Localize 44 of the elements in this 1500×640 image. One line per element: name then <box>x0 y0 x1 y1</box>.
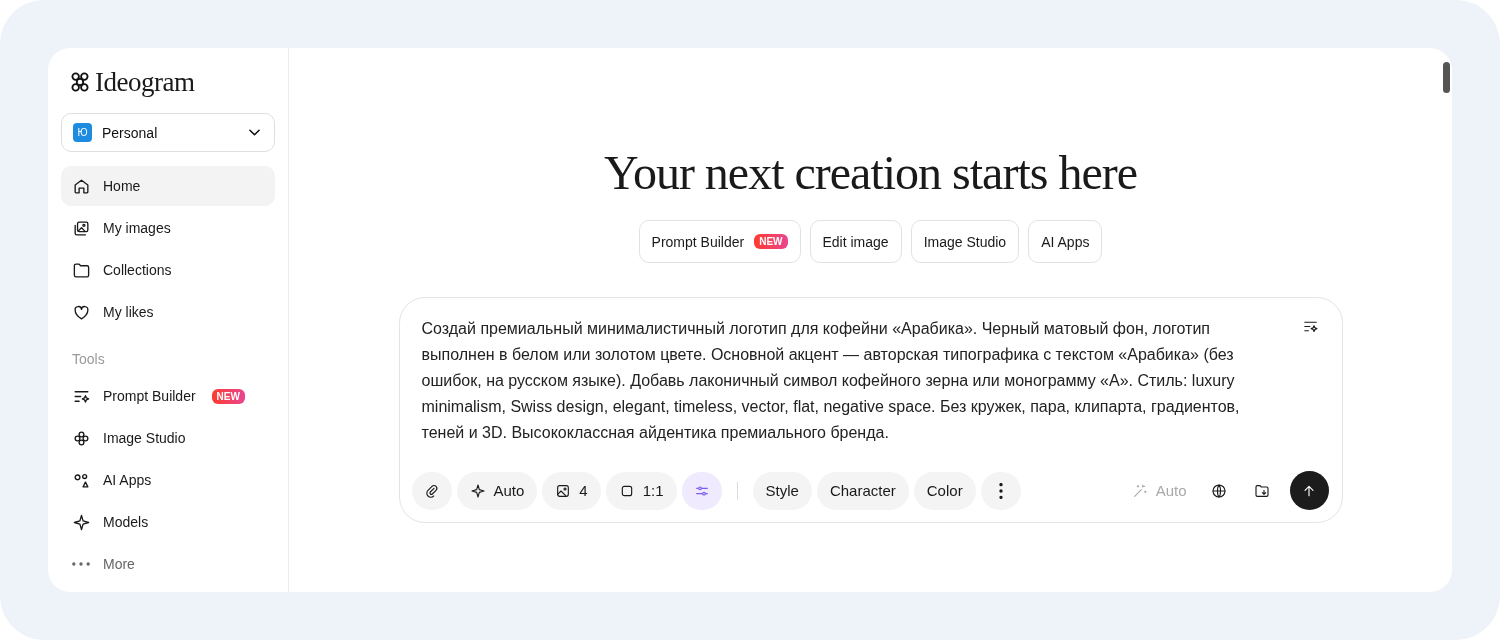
count-button[interactable]: 4 <box>542 471 601 510</box>
flower-icon <box>72 428 91 448</box>
mode-button[interactable]: Auto <box>456 471 538 510</box>
wand-icon <box>1131 482 1148 499</box>
attach-button[interactable] <box>411 471 452 510</box>
images-icon <box>72 218 91 238</box>
sparkle-icon <box>469 482 486 499</box>
nav-item[interactable]: Collections <box>61 250 275 290</box>
aspect-ratio-button[interactable]: 1:1 <box>605 471 677 510</box>
option-button[interactable]: Color <box>913 471 976 510</box>
nav-item[interactable]: Image Studio <box>61 418 275 458</box>
nav-item[interactable]: Prompt Builder NEW <box>61 376 275 416</box>
action-button[interactable]: Edit image <box>809 220 902 263</box>
avatar-badge: Ю <box>73 123 92 142</box>
more-icon <box>72 562 90 566</box>
nav-item[interactable]: Models <box>61 502 275 542</box>
section-title: Tools <box>72 351 106 367</box>
nav-item[interactable]: Home <box>61 166 275 206</box>
folder-icon <box>72 260 91 280</box>
logo-text: Ideogram <box>95 66 195 98</box>
action-button[interactable]: Image Studio <box>910 220 1020 263</box>
image-icon <box>555 482 572 499</box>
nav-item[interactable]: My likes <box>61 292 275 332</box>
nav-item[interactable]: More <box>61 544 275 584</box>
paperclip-icon <box>423 482 440 499</box>
nav-item[interactable]: AI Apps <box>61 460 275 500</box>
chevron-down-icon <box>249 129 260 136</box>
new-badge: NEW <box>211 388 245 404</box>
folder-icon <box>1253 482 1270 499</box>
globe-icon <box>1210 482 1227 499</box>
more-icon <box>998 482 1003 499</box>
action-button[interactable]: AI Apps <box>1028 220 1103 263</box>
home-icon <box>72 176 91 196</box>
option-button[interactable]: Character <box>816 471 909 510</box>
page-heading: Your next creation starts here <box>604 145 1137 201</box>
workspace-dropdown[interactable]: Ю Personal <box>61 113 275 152</box>
scrollbar-thumb[interactable] <box>1443 62 1450 93</box>
action-button[interactable]: Prompt Builder NEW <box>638 220 801 263</box>
prompt-text[interactable]: Создай премиальный минималистичный логотип для кофейни «Арабика». Черный матовый фон, логотип выполнен в белом или золотом цвете. Основной акцент — авторская типографика с текстом «Арабика» (без ошибок, на русском языке). Добавь лаконичный символ кофейного зерна или монограмму «А». Стиль: luxury minimalism, Swiss design, elegant, timeless, vector, flat, negative space. Без кружек, пара, клипарта, градиентов, теней и 3D. Высококлассная айдентика премиального бренда. <box>421 316 1282 446</box>
sparkle-icon <box>72 512 91 532</box>
option-button[interactable]: Style <box>752 471 812 510</box>
submit-button[interactable] <box>1289 471 1329 510</box>
nav-item[interactable]: My images <box>61 208 275 248</box>
new-badge: NEW <box>754 234 788 249</box>
